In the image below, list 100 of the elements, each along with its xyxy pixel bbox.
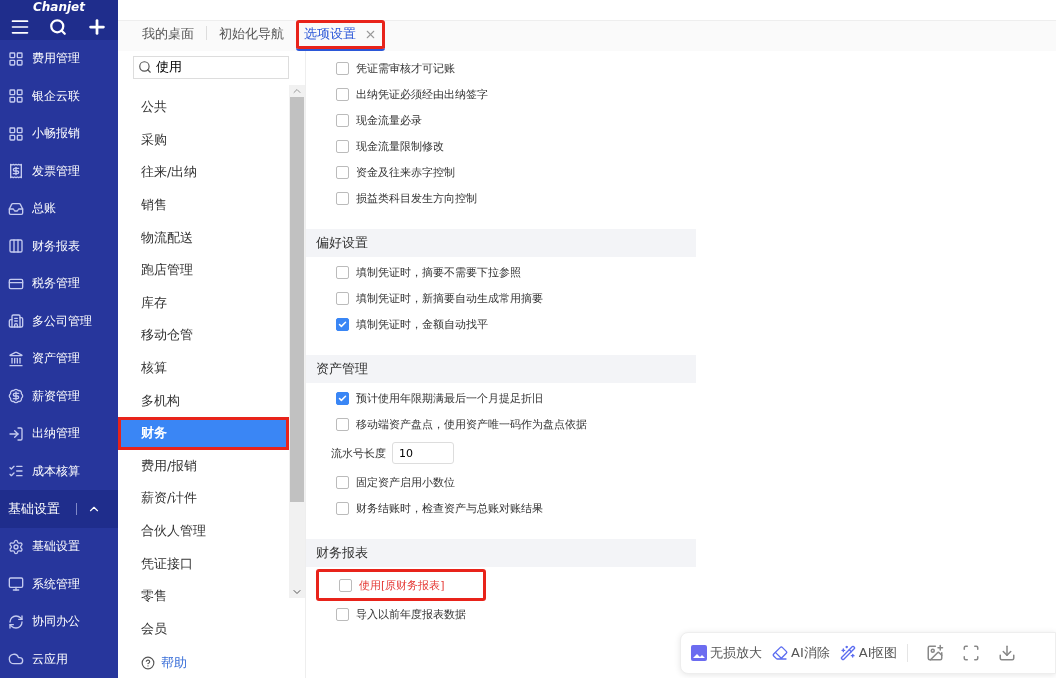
scrollbar[interactable] (289, 85, 305, 598)
dollar-badge-icon (8, 388, 24, 405)
sidebar-item[interactable]: 费用管理 (0, 40, 118, 78)
search-icon (138, 60, 152, 74)
grid-icon (8, 125, 24, 142)
checkbox-option[interactable]: 预计使用年限期满最后一个月提足折旧 (306, 385, 696, 411)
settings-icon (8, 538, 24, 555)
field-label: 流水号长度 (331, 445, 386, 461)
grid-icon (8, 50, 24, 67)
checkbox[interactable] (336, 501, 349, 515)
checkbox[interactable] (339, 578, 352, 592)
category-item[interactable]: 合伙人管理 (118, 514, 289, 548)
tab[interactable]: 选项设置 (296, 20, 385, 51)
sidebar-item[interactable]: 财务报表 (0, 227, 118, 265)
checkbox-option[interactable]: 现金流量必录 (306, 107, 696, 133)
checkbox-option[interactable]: 使用[原财务报表] (319, 572, 483, 598)
tab[interactable]: 我的桌面 (134, 20, 202, 51)
checkbox-option[interactable]: 资金及往来赤字控制 (306, 159, 696, 185)
checkbox[interactable] (336, 165, 349, 179)
sidebar-item[interactable]: 云应用 (0, 640, 118, 678)
sync-icon (8, 613, 24, 630)
image-edit-icon[interactable] (926, 644, 945, 662)
sidebar-item[interactable]: 系统管理 (0, 565, 118, 603)
category-item[interactable]: 采购 (118, 123, 289, 157)
sidebar-item[interactable]: 小畅报销 (0, 115, 118, 153)
receipt-icon (8, 163, 24, 180)
grid-icon (8, 88, 24, 105)
bank-icon (8, 350, 24, 367)
sidebar-item[interactable]: 协同办公 (0, 603, 118, 641)
toolbar-button[interactable]: AI抠图 (839, 644, 898, 662)
checkbox-option[interactable]: 导入以前年度报表数据 (306, 601, 696, 627)
sidebar-item[interactable]: 资产管理 (0, 340, 118, 378)
checkbox-option[interactable]: 填制凭证时，新摘要自动生成常用摘要 (306, 285, 696, 311)
category-item[interactable]: 零售 (118, 579, 289, 613)
category-item[interactable]: 核算 (118, 351, 289, 385)
tab[interactable]: 初始化导航 (211, 20, 292, 51)
section-header: 资产管理 (306, 355, 696, 383)
download-icon[interactable] (998, 644, 1017, 662)
sidebar-item[interactable]: 发票管理 (0, 152, 118, 190)
sidebar-item[interactable]: 税务管理 (0, 265, 118, 303)
checkbox[interactable] (336, 391, 349, 405)
checkbox[interactable] (336, 417, 349, 431)
toolbar-button[interactable]: AI消除 (772, 644, 830, 662)
hd-image-icon (691, 645, 707, 661)
number-field[interactable]: 10 (392, 442, 454, 464)
building-icon (8, 313, 24, 330)
checkbox-option[interactable]: 凭证需审核才可记账 (306, 55, 696, 81)
logo-text: Chanjet (33, 0, 85, 15)
checkbox-option[interactable]: 现金流量限制修改 (306, 133, 696, 159)
checkbox[interactable] (336, 607, 349, 621)
sidebar-item[interactable]: 多公司管理 (0, 302, 118, 340)
category-item[interactable]: 财务 (118, 416, 289, 450)
sidebar-item[interactable]: 成本核算 (0, 452, 118, 490)
checkbox[interactable] (336, 291, 349, 305)
category-item[interactable]: 薪资/计件 (118, 482, 289, 515)
checkbox[interactable] (336, 475, 349, 489)
category-item[interactable]: 凭证接口 (118, 547, 289, 580)
toolbar-button[interactable]: 无损放大 (691, 644, 762, 662)
search-field[interactable]: 使用 (133, 56, 289, 79)
checkbox-option[interactable]: 移动端资产盘点，使用资产唯一码作为盘点依据 (306, 411, 696, 437)
checkbox-option[interactable]: 填制凭证时，金额自动找平 (306, 311, 696, 337)
sidebar-item[interactable]: 出纳管理 (0, 415, 118, 453)
category-item[interactable]: 多机构 (118, 384, 289, 417)
checkbox[interactable] (336, 139, 349, 153)
enter-arrow-icon (8, 425, 24, 442)
checkbox[interactable] (336, 317, 349, 331)
category-item[interactable]: 移动仓管 (118, 319, 289, 352)
sidebar-item[interactable]: 基础设置 (0, 528, 118, 566)
checkbox-option[interactable]: 损益类科目发生方向控制 (306, 185, 696, 211)
category-item[interactable]: 往来/出纳 (118, 156, 289, 189)
category-item[interactable]: 费用/报销 (118, 449, 289, 483)
checkbox[interactable] (336, 265, 349, 279)
section-header: 偏好设置 (306, 229, 696, 257)
checkbox[interactable] (336, 113, 349, 127)
close-icon[interactable] (364, 28, 377, 41)
category-item[interactable]: 销售 (118, 188, 289, 222)
tray-icon (8, 200, 24, 217)
category-item[interactable]: 物流配送 (118, 221, 289, 254)
section-header: 财务报表 (306, 539, 696, 567)
eraser-icon (772, 645, 788, 661)
monitor-icon (8, 576, 24, 593)
checkbox[interactable] (336, 87, 349, 101)
magic-wand-icon (839, 645, 856, 661)
sidebar-item[interactable]: 薪资管理 (0, 377, 118, 415)
checkbox-option[interactable]: 固定资产启用小数位 (306, 469, 696, 495)
category-item[interactable]: 库存 (118, 286, 289, 320)
checkbox-option[interactable]: 财务结账时，检查资产与总账对账结果 (306, 495, 696, 521)
sidebar-item[interactable]: 总账 (0, 190, 118, 228)
checkbox-option[interactable]: 填制凭证时，摘要不需要下拉参照 (306, 259, 696, 285)
checkbox[interactable] (336, 191, 349, 205)
sidebar-group-header[interactable]: 基础设置 (0, 490, 118, 528)
checkbox-option[interactable]: 出纳凭证必须经由出纳签字 (306, 81, 696, 107)
search-icon[interactable] (49, 18, 67, 37)
category-item[interactable]: 公共 (118, 91, 289, 124)
checkbox[interactable] (336, 61, 349, 75)
help-icon (141, 656, 155, 670)
columns-icon (8, 238, 24, 255)
category-item[interactable]: 跑店管理 (118, 253, 289, 287)
sidebar-item[interactable]: 银企云联 (0, 77, 118, 115)
frame-icon[interactable] (962, 644, 981, 662)
